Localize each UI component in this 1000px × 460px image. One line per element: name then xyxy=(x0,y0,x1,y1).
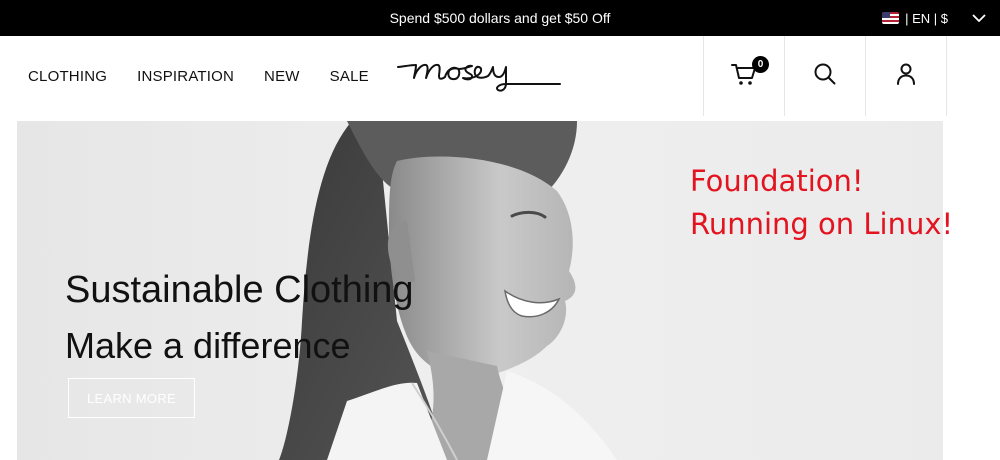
nav-item-inspiration[interactable]: INSPIRATION xyxy=(137,68,234,85)
promo-text: Spend $500 dollars and get $50 Off xyxy=(389,10,611,26)
site-header: CLOTHING INSPIRATION NEW SALE 0 xyxy=(0,36,1000,116)
us-flag-icon xyxy=(882,12,900,24)
hero-subtitle: Make a difference xyxy=(65,325,351,366)
nav-item-sale[interactable]: SALE xyxy=(330,68,369,85)
hero-title: Sustainable Clothing xyxy=(65,269,414,311)
nav-item-new[interactable]: NEW xyxy=(264,68,300,85)
user-icon xyxy=(896,63,916,90)
nav-item-clothing[interactable]: CLOTHING xyxy=(28,68,107,85)
cart-button[interactable]: 0 xyxy=(703,36,784,116)
annotation-line-2: Running on Linux! xyxy=(690,207,954,241)
promo-bar: Spend $500 dollars and get $50 Off | EN … xyxy=(0,0,1000,36)
locale-selector[interactable]: | EN | $ xyxy=(882,0,986,36)
learn-more-button[interactable]: LEARN MORE xyxy=(68,378,195,418)
main-nav: CLOTHING INSPIRATION NEW SALE xyxy=(28,36,369,116)
header-end-cell xyxy=(946,36,1000,116)
locale-label: | EN | $ xyxy=(905,10,948,26)
annotation-line-1: Foundation! xyxy=(690,164,864,198)
cart-count-badge: 0 xyxy=(752,56,769,73)
search-button[interactable] xyxy=(784,36,865,116)
brand-logo[interactable] xyxy=(396,56,564,96)
search-icon xyxy=(814,63,836,90)
chevron-down-icon[interactable] xyxy=(972,13,986,23)
account-button[interactable] xyxy=(865,36,946,116)
